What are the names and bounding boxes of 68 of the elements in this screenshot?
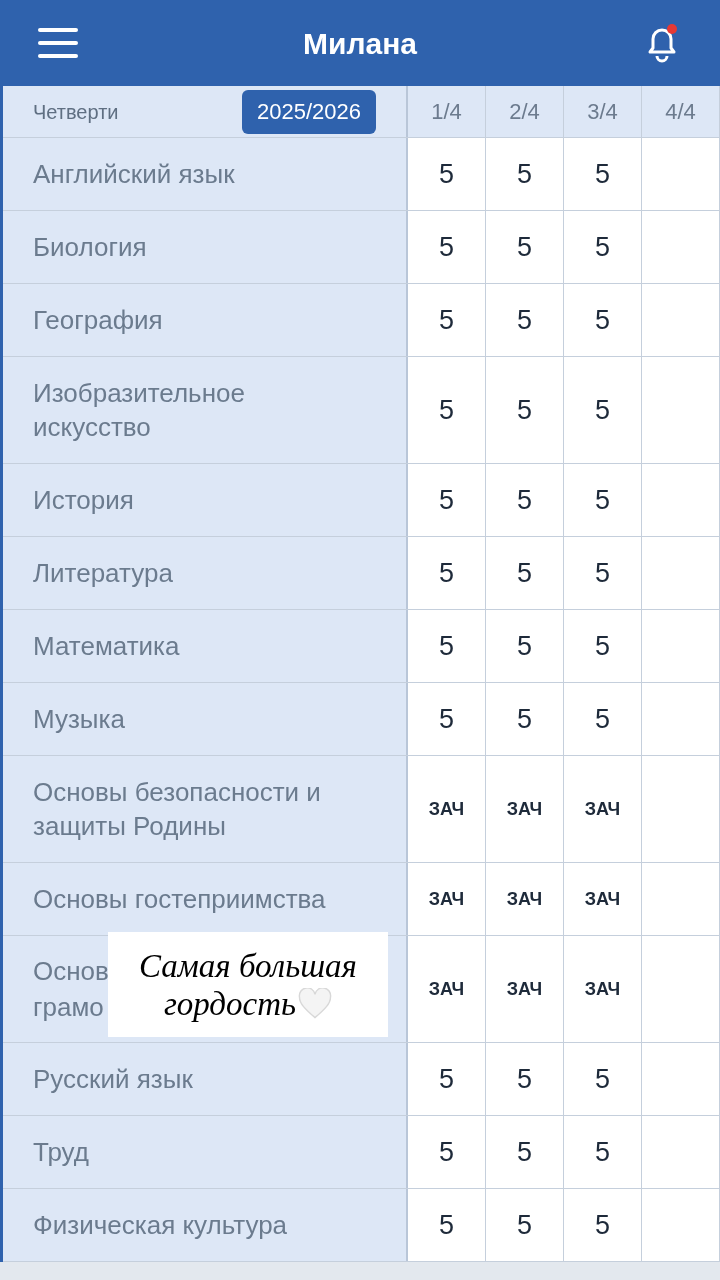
subject-name: Английский язык (33, 158, 235, 191)
grade: 5 (517, 1208, 532, 1242)
column-header: 1/4 (408, 86, 486, 137)
grade: 5 (595, 629, 610, 663)
subject-name: Русский язык (33, 1063, 193, 1096)
subject-name: Музыка (33, 703, 125, 736)
grade: 5 (595, 393, 610, 427)
grade: 5 (439, 303, 454, 337)
grade: 5 (517, 157, 532, 191)
subject-name: История (33, 484, 134, 517)
grade: 5 (595, 556, 610, 590)
grade: 5 (517, 230, 532, 264)
grade: 5 (595, 1135, 610, 1169)
subject-name: Литература (33, 557, 173, 590)
subject-name: Труд (33, 1136, 89, 1169)
subject-name: Изобразительное искусство (33, 377, 246, 444)
grade: 5 (439, 556, 454, 590)
subject-name: Физическая культура (33, 1209, 288, 1242)
grade: ЗАЧ (506, 977, 543, 1001)
grade: 5 (517, 303, 532, 337)
grade: 5 (439, 702, 454, 736)
grade: 5 (439, 157, 454, 191)
grade: 5 (517, 483, 532, 517)
grade: 5 (439, 629, 454, 663)
grade: 5 (517, 702, 532, 736)
caption-text: гордость (163, 984, 297, 1023)
caption-text: Самая большая (139, 946, 357, 985)
subject-name: География (33, 304, 163, 337)
page-title: Милана (303, 25, 417, 62)
grade: 5 (517, 393, 532, 427)
period-label: Четверти (33, 99, 119, 125)
column-header: 4/4 (642, 86, 720, 137)
subject-name: Основ (33, 955, 109, 987)
subject-name: Биология (33, 231, 147, 264)
grade: ЗАЧ (584, 887, 621, 911)
grade: ЗАЧ (584, 977, 621, 1001)
grade: 5 (595, 303, 610, 337)
grade: 5 (439, 1208, 454, 1242)
column-header: 2/4 (486, 86, 564, 137)
grade: 5 (595, 230, 610, 264)
grade: 5 (595, 702, 610, 736)
grade: 5 (517, 1135, 532, 1169)
column-header: 3/4 (564, 86, 642, 137)
menu-icon[interactable] (38, 28, 78, 58)
grade: 5 (517, 1062, 532, 1096)
year-selector[interactable]: 2025/2026 (242, 89, 376, 134)
subject-name: Математика (33, 630, 180, 663)
grade: 5 (439, 1135, 454, 1169)
grade: ЗАЧ (428, 797, 465, 821)
grade: ЗАЧ (506, 797, 543, 821)
grade: 5 (595, 157, 610, 191)
grade: ЗАЧ (428, 977, 465, 1001)
grade: 5 (517, 629, 532, 663)
grade: 5 (595, 483, 610, 517)
grade: 5 (595, 1208, 610, 1242)
grade: 5 (439, 393, 454, 427)
grade: 5 (595, 1062, 610, 1096)
grade: 5 (439, 483, 454, 517)
subject-name: Основы безопасности и защиты Родины (33, 776, 322, 843)
grade: ЗАЧ (506, 887, 543, 911)
grade: 5 (517, 556, 532, 590)
subject-name: грамо (33, 991, 105, 1023)
subject-name: Основы гостеприимства (33, 883, 326, 916)
heart-icon (298, 988, 333, 1019)
grade: ЗАЧ (428, 887, 465, 911)
grade: 5 (439, 230, 454, 264)
grade: ЗАЧ (584, 797, 621, 821)
grade: 5 (439, 1062, 454, 1096)
